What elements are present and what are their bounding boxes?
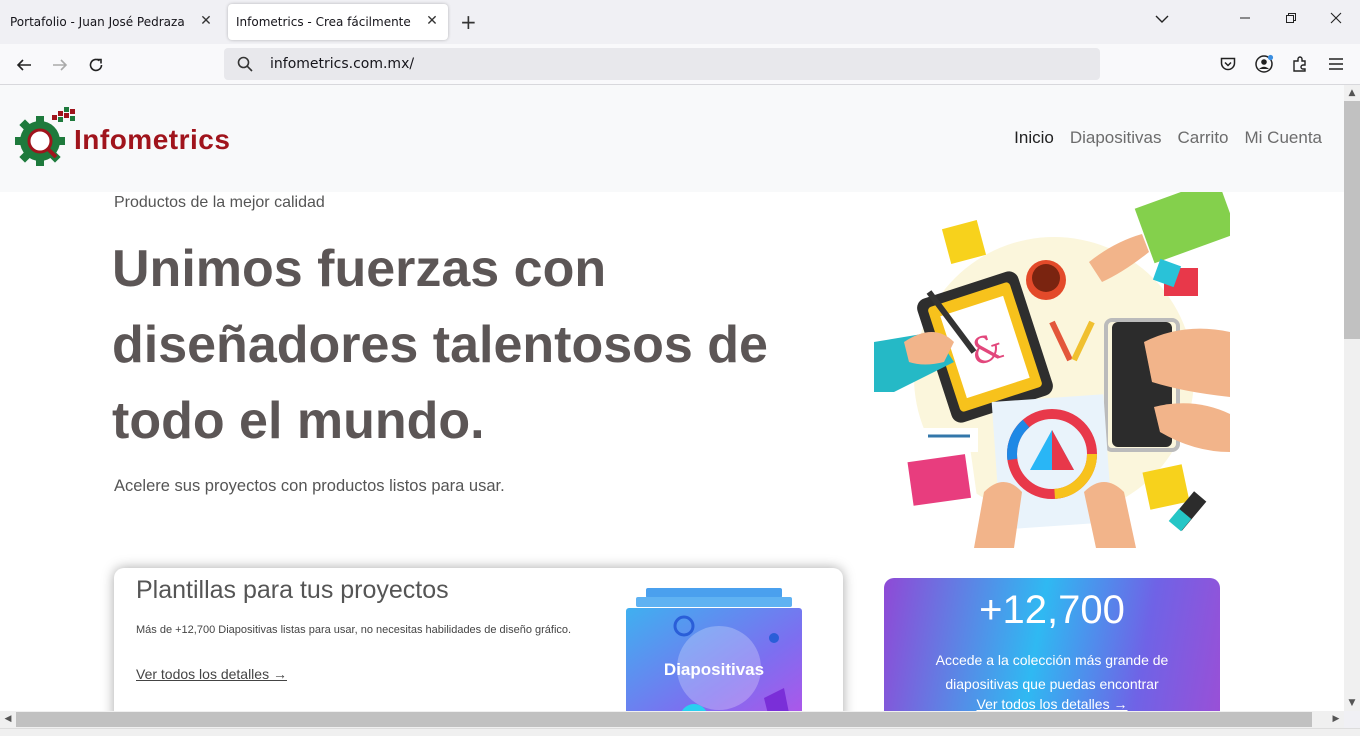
search-icon bbox=[236, 55, 254, 77]
forward-arrow-icon[interactable] bbox=[48, 53, 72, 77]
new-tab-icon[interactable]: + bbox=[460, 12, 477, 32]
tab-infometrics[interactable]: Infometrics - Crea fácilmente ✕ bbox=[228, 4, 448, 40]
stats-card-number: +12,700 bbox=[979, 588, 1125, 632]
menu-item-carrito[interactable]: Carrito bbox=[1178, 128, 1229, 148]
browser-tab-bar: Portafolio - Juan José Pedraza ✕ Infomet… bbox=[0, 0, 1360, 44]
pocket-icon[interactable] bbox=[1218, 54, 1238, 74]
close-tab-icon[interactable]: ✕ bbox=[424, 13, 440, 29]
scroll-down-arrow-icon[interactable]: ▼ bbox=[1344, 695, 1360, 711]
main-menu: Inicio Diapositivas Carrito Mi Cuenta bbox=[1014, 128, 1322, 148]
hero-lead: Acelere sus proyectos con productos list… bbox=[114, 477, 505, 495]
close-tab-icon[interactable]: ✕ bbox=[198, 13, 214, 29]
logo-text: Infometrics bbox=[74, 124, 231, 155]
close-window-icon[interactable] bbox=[1326, 12, 1346, 28]
reload-icon[interactable] bbox=[84, 53, 108, 77]
slides-deck-label: Diapositivas bbox=[664, 660, 764, 679]
browser-nav-bar: infometrics.com.mx/ bbox=[0, 44, 1360, 85]
stats-card-description: Accede a la colección más grande de diap… bbox=[935, 652, 1169, 692]
address-bar[interactable]: infometrics.com.mx/ bbox=[224, 48, 1100, 80]
stats-card-details-link[interactable]: Ver todos los detalles → bbox=[884, 696, 1220, 711]
site-logo[interactable]: Infometrics bbox=[12, 107, 242, 173]
back-arrow-icon[interactable] bbox=[12, 53, 36, 77]
menu-hamburger-icon[interactable] bbox=[1326, 54, 1346, 74]
templates-card-details-link[interactable]: Ver todos los detalles → bbox=[136, 666, 287, 682]
designers-collaboration-illustration: & bbox=[874, 192, 1230, 548]
templates-card: Plantillas para tus proyectos Más de +12… bbox=[114, 568, 843, 711]
menu-item-inicio[interactable]: Inicio bbox=[1014, 128, 1054, 148]
horizontal-scroll-thumb[interactable] bbox=[16, 712, 1312, 727]
site-header: Infometrics Inicio Diapositivas Carrito … bbox=[0, 85, 1344, 192]
menu-item-mi-cuenta[interactable]: Mi Cuenta bbox=[1245, 128, 1322, 148]
url-text[interactable]: infometrics.com.mx/ bbox=[270, 56, 414, 72]
page-viewport: Infometrics Inicio Diapositivas Carrito … bbox=[0, 85, 1344, 711]
taskbar-strip bbox=[0, 728, 1360, 736]
minimize-icon[interactable] bbox=[1235, 12, 1255, 28]
horizontal-scrollbar[interactable]: ◀ ▶ bbox=[0, 711, 1344, 728]
scroll-up-arrow-icon[interactable]: ▲ bbox=[1344, 85, 1360, 101]
tab-title: Infometrics - Crea fácilmente bbox=[236, 15, 411, 29]
restore-icon[interactable] bbox=[1281, 12, 1301, 28]
vertical-scrollbar[interactable]: ▲ ▼ bbox=[1344, 85, 1360, 711]
scroll-left-arrow-icon[interactable]: ◀ bbox=[0, 711, 16, 728]
templates-card-text: Más de +12,700 Diapositivas listas para … bbox=[136, 624, 572, 636]
tab-portafolio[interactable]: Portafolio - Juan José Pedraza ✕ bbox=[0, 4, 222, 40]
hero-headline: Unimos fuerzas con diseñadores talentoso… bbox=[112, 240, 768, 450]
vertical-scroll-thumb[interactable] bbox=[1344, 101, 1360, 339]
tab-list-chevron-icon[interactable] bbox=[1152, 12, 1172, 28]
hero-kicker: Productos de la mejor calidad bbox=[114, 194, 325, 211]
account-icon[interactable] bbox=[1254, 54, 1274, 74]
scroll-right-arrow-icon[interactable]: ▶ bbox=[1328, 711, 1344, 728]
slides-deck-image: Diapositivas bbox=[624, 588, 804, 711]
menu-item-diapositivas[interactable]: Diapositivas bbox=[1070, 128, 1162, 148]
templates-card-title: Plantillas para tus proyectos bbox=[136, 576, 449, 604]
gear-magnifier-logo-icon bbox=[15, 107, 75, 166]
tab-title: Portafolio - Juan José Pedraza bbox=[10, 15, 185, 29]
stats-card: +12,700 Accede a la colección más grande… bbox=[884, 578, 1220, 711]
extensions-icon[interactable] bbox=[1290, 54, 1310, 74]
